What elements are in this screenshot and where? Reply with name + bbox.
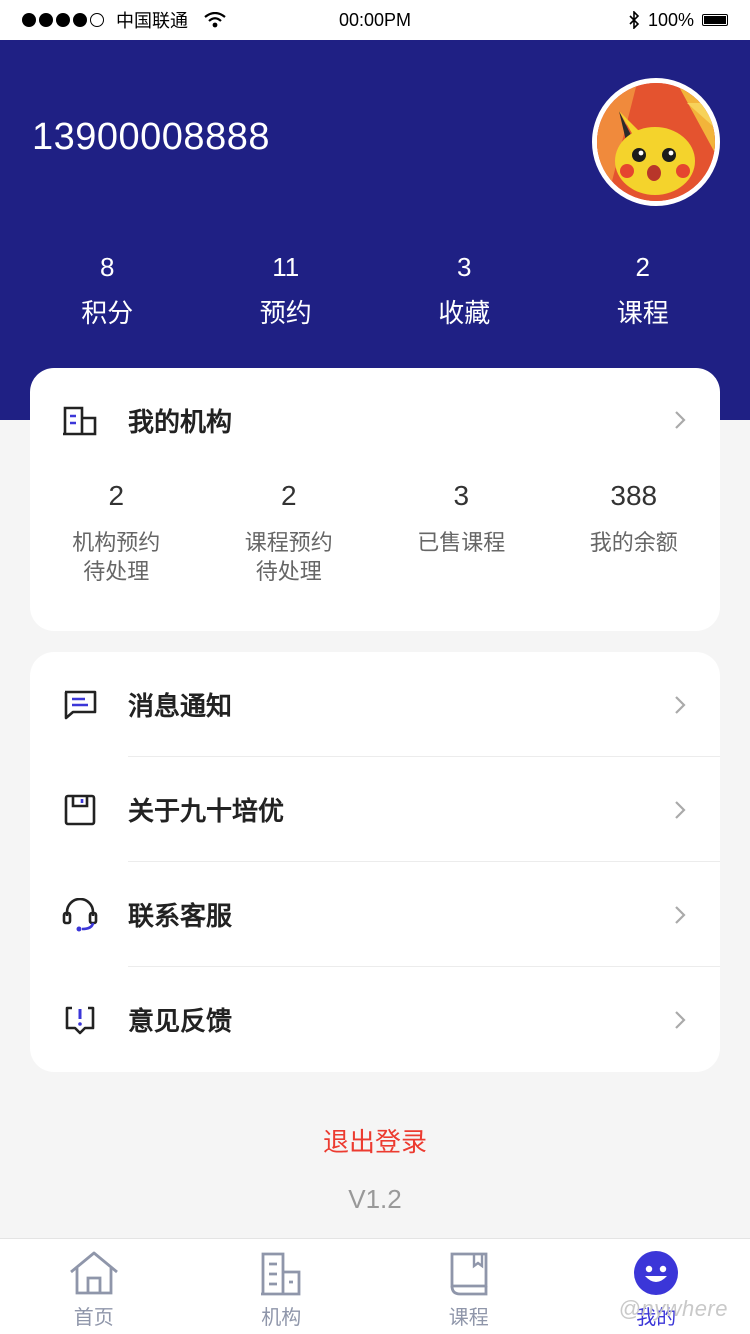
headset-icon — [62, 897, 98, 933]
menu-item-label: 消息通知 — [128, 691, 233, 721]
carrier-name: 中国联通 — [116, 11, 188, 31]
stat-label: 预约 — [259, 298, 312, 328]
org-stat-label: 已售课程 — [417, 530, 506, 555]
org-stat-value: 3 — [453, 480, 470, 511]
user-icon — [630, 1249, 682, 1297]
org-stat-value: 388 — [610, 480, 658, 511]
wifi-icon — [204, 12, 226, 28]
signal-icon — [22, 13, 104, 27]
org-stat-label: 机构预约 — [72, 530, 161, 555]
logout-button[interactable]: 退出登录 — [0, 1122, 750, 1159]
menu-item-label: 关于九十培优 — [128, 796, 285, 826]
building-icon — [62, 402, 98, 438]
org-stat-pending-course[interactable]: 2 课程预约 待处理 — [203, 480, 376, 586]
pikachu-avatar-icon — [597, 83, 715, 201]
chevron-right-icon — [675, 695, 686, 714]
status-right: 100% — [628, 10, 728, 31]
stat-label: 积分 — [81, 298, 134, 328]
watermark: @nywhere — [618, 1296, 728, 1321]
profile-stats: 8 积分 11 预约 3 收藏 2 课程 — [18, 252, 732, 330]
stat-value: 8 — [100, 252, 115, 282]
battery-percent: 100% — [647, 9, 694, 30]
stat-label: 收藏 — [438, 298, 491, 328]
menu-item-label: 联系客服 — [128, 901, 233, 931]
menu-item-about[interactable]: 关于九十培优 — [30, 757, 720, 862]
chevron-right-icon — [675, 411, 686, 429]
org-stat-sold-courses[interactable]: 3 已售课程 — [375, 480, 548, 586]
feedback-icon — [62, 1002, 98, 1038]
menu-item-label: 意见反馈 — [128, 1006, 233, 1036]
tab-bar: 首页 机构 课程 我的 @nywhere — [0, 1238, 750, 1334]
battery-icon — [702, 14, 728, 26]
org-stat-balance[interactable]: 388 我的余额 — [548, 480, 721, 586]
my-organization-row[interactable]: 我的机构 — [30, 368, 720, 472]
stat-appointments[interactable]: 11 预约 — [197, 252, 376, 330]
org-stats: 2 机构预约 待处理 2 课程预约 待处理 3 已售课程 388 我的余额 — [30, 480, 720, 586]
home-icon — [68, 1249, 120, 1297]
chevron-right-icon — [675, 905, 686, 924]
tab-label: 首页 — [73, 1307, 114, 1329]
menu-card: 消息通知 关于九十培优 联系客服 意见反馈 — [30, 652, 720, 1072]
stat-favorites[interactable]: 3 收藏 — [375, 252, 554, 330]
status-bar: 中国联通 00:00PM 100% — [0, 0, 750, 40]
org-stat-label: 课程预约 — [244, 530, 333, 555]
book-icon — [443, 1249, 495, 1297]
avatar[interactable] — [592, 78, 720, 206]
menu-item-messages[interactable]: 消息通知 — [30, 652, 720, 757]
chevron-right-icon — [675, 800, 686, 819]
message-icon — [62, 687, 98, 723]
tab-courses[interactable]: 课程 — [375, 1239, 563, 1334]
org-stat-value: 2 — [280, 480, 297, 511]
menu-item-customer-service[interactable]: 联系客服 — [30, 862, 720, 967]
stat-value: 11 — [272, 252, 300, 282]
stat-points[interactable]: 8 积分 — [18, 252, 197, 330]
tab-organization[interactable]: 机构 — [188, 1239, 376, 1334]
about-icon — [62, 792, 98, 828]
version-label: V1.2 — [348, 1184, 402, 1214]
tab-home[interactable]: 首页 — [0, 1239, 188, 1334]
stat-value: 2 — [635, 252, 650, 282]
bluetooth-icon — [629, 11, 640, 29]
stat-courses[interactable]: 2 课程 — [554, 252, 733, 330]
org-stat-pending-org[interactable]: 2 机构预约 待处理 — [30, 480, 203, 586]
stat-label: 课程 — [616, 298, 669, 328]
org-stat-label: 我的余额 — [589, 530, 678, 555]
tab-label: 课程 — [448, 1307, 489, 1329]
menu-item-feedback[interactable]: 意见反馈 — [30, 967, 720, 1072]
org-stat-sublabel: 待处理 — [255, 559, 322, 584]
my-organization-title: 我的机构 — [128, 406, 233, 437]
chevron-right-icon — [675, 1010, 686, 1029]
my-organization-card: 我的机构 2 机构预约 待处理 2 课程预约 待处理 3 已售课程 388 我的… — [30, 368, 720, 631]
org-stat-sublabel: 待处理 — [83, 559, 150, 584]
phone-number: 13900008888 — [32, 116, 270, 158]
tab-label: 机构 — [261, 1307, 302, 1329]
status-left: 中国联通 — [22, 7, 226, 33]
profile-header: 13900008888 8 积分 11 预约 3 收藏 2 课程 — [0, 40, 750, 420]
building-icon — [255, 1249, 307, 1297]
org-stat-value: 2 — [108, 480, 125, 511]
status-time: 00:00PM — [338, 9, 412, 30]
stat-value: 3 — [457, 252, 472, 282]
